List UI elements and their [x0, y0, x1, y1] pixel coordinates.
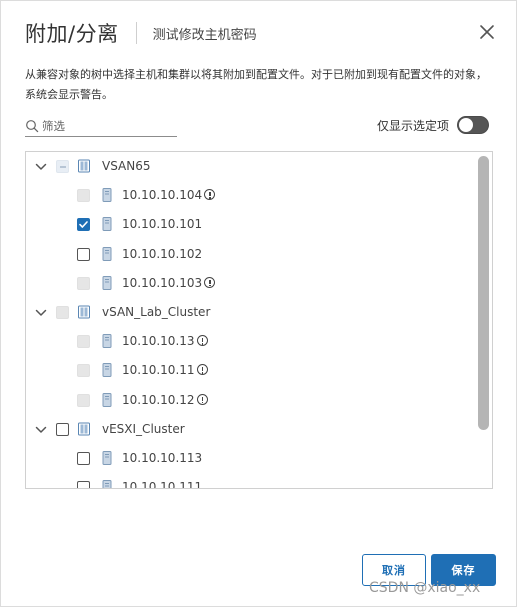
host-icon — [102, 480, 112, 488]
close-icon — [480, 25, 494, 39]
tree-host-row[interactable]: 10.10.10.103 — [26, 269, 476, 298]
host-icon — [102, 217, 112, 232]
host-label: 10.10.10.103 — [122, 276, 216, 290]
tree-item-checkbox[interactable] — [77, 452, 90, 465]
cluster-icon — [78, 305, 90, 319]
cluster-icon — [78, 422, 90, 436]
dialog-subtitle: 测试修改主机密码 — [152, 27, 257, 43]
host-label: 10.10.10.12 — [122, 393, 208, 407]
tree-item-checkbox — [77, 189, 90, 203]
host-label: 10.10.10.104 — [122, 188, 216, 202]
chevron-down-icon[interactable] — [34, 306, 48, 320]
tree-host-row[interactable]: 10.10.10.113 — [26, 444, 476, 473]
search-icon — [26, 119, 39, 132]
header-divider — [135, 22, 137, 44]
tree-cluster-row[interactable]: vSAN_Lab_Cluster — [26, 298, 476, 327]
cluster-label: VSAN65 — [102, 159, 151, 173]
tree-item-checkbox[interactable] — [77, 247, 90, 261]
host-icon — [102, 188, 112, 203]
tree-item-checkbox — [77, 393, 90, 407]
tree-item-checkbox[interactable] — [77, 218, 90, 232]
host-icon — [102, 334, 112, 349]
cluster-label: vESXI_Cluster — [102, 421, 185, 436]
filter-input[interactable] — [42, 118, 170, 133]
host-icon — [102, 275, 112, 290]
dialog-description: 从兼容对象的树中选择主机和集群以将其附加到配置文件。对于已附加到现有配置文件的对… — [25, 68, 487, 101]
show-selected-toggle[interactable] — [457, 116, 489, 134]
tree-scrollbar[interactable] — [475, 153, 491, 487]
host-icon — [102, 392, 112, 407]
tree-item-checkbox — [56, 160, 69, 173]
host-icon — [102, 451, 112, 465]
checkmark-icon — [79, 221, 88, 229]
host-label: 10.10.10.101 — [122, 217, 203, 232]
host-icon — [102, 363, 112, 378]
host-label: 10.10.10.111 — [122, 480, 203, 489]
tree-cluster-row[interactable]: VSAN65 — [26, 152, 476, 181]
dialog-title: 附加/分离 — [25, 22, 119, 46]
info-circle-icon[interactable] — [196, 393, 208, 405]
filter-field — [25, 115, 177, 137]
host-label: 10.10.10.102 — [122, 246, 203, 261]
tree-host-row[interactable]: 10.10.10.111 — [26, 473, 476, 489]
tree-host-row[interactable]: 10.10.10.104 — [26, 181, 476, 210]
dialog-header: 附加/分离 测试修改主机密码 — [25, 17, 257, 49]
tree-host-row[interactable]: 10.10.10.12 — [26, 386, 476, 415]
tree-item-checkbox[interactable] — [56, 422, 69, 436]
info-circle-icon[interactable] — [204, 189, 216, 201]
tree-item-checkbox — [77, 276, 90, 290]
host-label: 10.10.10.13 — [122, 334, 208, 348]
filter-row: 仅显示选定项 — [25, 115, 489, 139]
info-circle-icon[interactable] — [196, 335, 208, 347]
tree-host-row[interactable]: 10.10.10.13 — [26, 327, 476, 356]
tree-host-row[interactable]: 10.10.10.102 — [26, 240, 476, 269]
object-tree: VSAN65 10.10.10.104 10.10.10.101 10.10.10.1… — [25, 151, 493, 489]
host-icon — [102, 246, 112, 261]
attach-detach-dialog: 附加/分离 测试修改主机密码 从兼容对象的树中选择主机和集群以将其附加到配置文件… — [0, 0, 517, 607]
toggle-knob — [459, 118, 473, 132]
chevron-down-icon[interactable] — [34, 423, 48, 437]
tree-host-row[interactable]: 10.10.10.11 — [26, 356, 476, 385]
info-circle-icon[interactable] — [196, 364, 208, 376]
chevron-down-icon[interactable] — [34, 160, 48, 174]
tree-item-checkbox — [77, 364, 90, 378]
tree-cluster-row[interactable]: vESXI_Cluster — [26, 415, 476, 444]
tree-item-checkbox — [77, 335, 90, 349]
cluster-label: vSAN_Lab_Cluster — [102, 305, 211, 319]
tree-item-checkbox[interactable] — [77, 481, 90, 488]
host-label: 10.10.10.11 — [122, 363, 208, 377]
tree-host-row[interactable]: 10.10.10.101 — [26, 210, 476, 239]
scrollbar-thumb[interactable] — [478, 156, 489, 430]
show-selected-toggle-wrap: 仅显示选定项 — [377, 116, 489, 134]
cluster-icon — [78, 159, 90, 173]
host-label: 10.10.10.113 — [122, 451, 203, 465]
close-button[interactable] — [478, 23, 496, 41]
tree-item-checkbox — [56, 306, 69, 319]
show-selected-label: 仅显示选定项 — [376, 118, 449, 133]
info-circle-icon[interactable] — [204, 276, 216, 288]
watermark: CSDN @xiao_xx — [369, 580, 481, 596]
